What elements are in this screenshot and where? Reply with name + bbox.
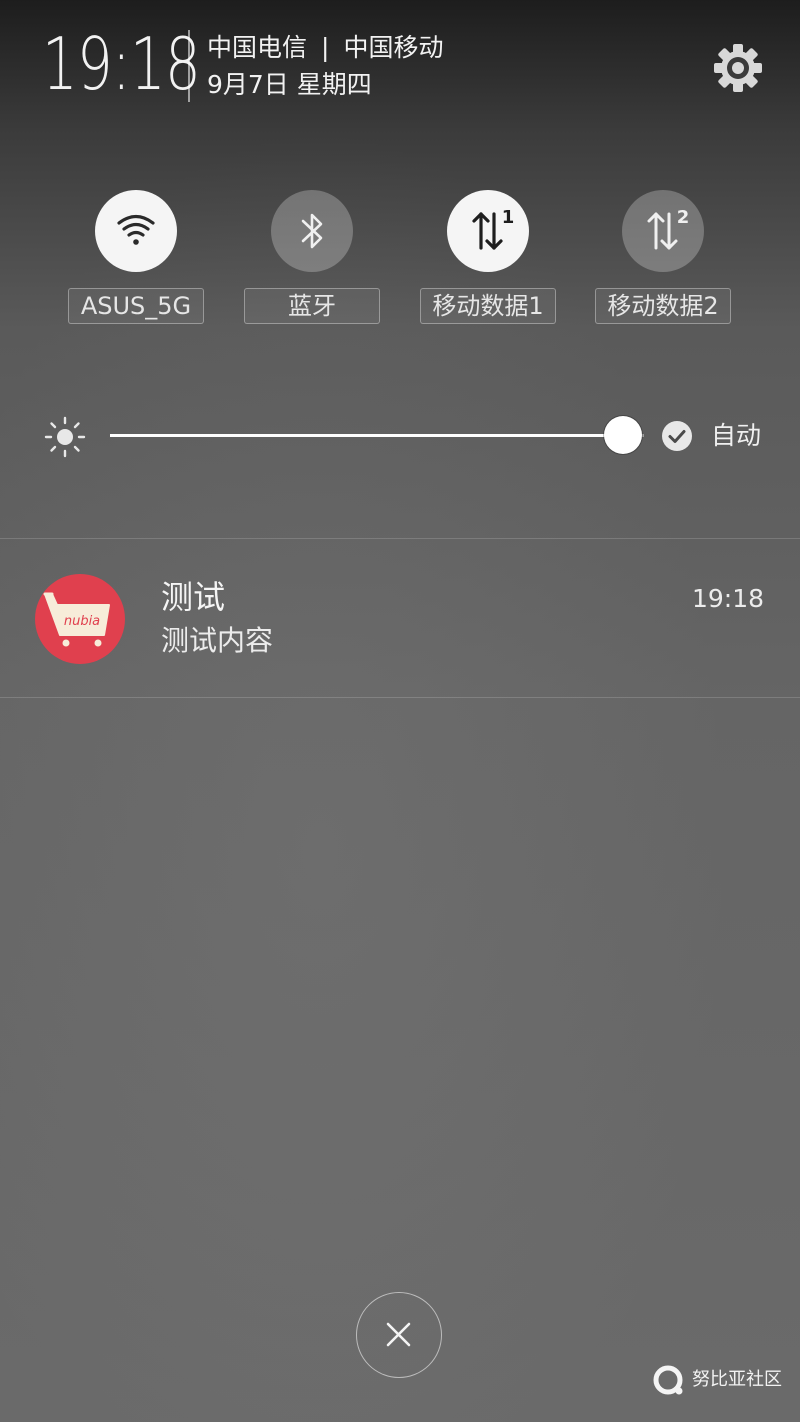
gear-icon [714,44,762,92]
nubia-shop-icon: nubia [35,574,125,664]
toggle-bluetooth[interactable]: 蓝牙 [244,190,380,326]
toggle-mobile-data-1[interactable]: 1 移动数据1 [420,190,556,326]
toggle-mobile-data-2-button[interactable]: 2 [622,190,704,272]
svg-text:1: 1 [502,207,515,228]
mobile-data-1-icon: 1 [472,207,515,250]
notification-time: 19:18 [691,584,764,613]
mobile-data-2-icon: 2 [647,207,690,250]
toggle-wifi-label: ASUS_5G [68,288,204,324]
bluetooth-icon [301,213,323,249]
auto-brightness-checkbox[interactable] [661,420,693,452]
toggle-mobile-data-1-label: 移动数据1 [420,288,556,324]
date: 9月7日 星期四 [207,70,372,99]
toggle-wifi[interactable]: ASUS_5G [68,190,204,326]
carrier-names: 中国电信 | 中国移动 [207,33,443,63]
header-divider [188,30,190,102]
toggle-bluetooth-button[interactable] [271,190,353,272]
carrier-2: 中国移动 [343,33,444,62]
carrier-1: 中国电信 [207,33,308,62]
clock: 19:18 [42,22,201,106]
auto-brightness-label: 自动 [711,421,762,450]
settings-button[interactable] [710,40,766,96]
toggle-mobile-data-2[interactable]: 2 移动数据2 [595,190,731,326]
toggle-mobile-data-1-button[interactable]: 1 [447,190,529,272]
svg-text:2: 2 [677,207,690,228]
notification-body: 测试内容 [161,624,274,657]
app-icon-text: nubia [64,614,100,629]
notification-shade: 19:18 中国电信 | 中国移动 9月7日 星期四 ASUS_5G 蓝牙 1 … [0,0,800,1422]
brightness-thumb[interactable] [604,416,642,454]
toggle-bluetooth-label: 蓝牙 [244,288,380,324]
brightness-icon [44,416,86,458]
notification-item[interactable]: nubia 测试 测试内容 19:18 [0,539,800,697]
divider-bottom [0,697,800,698]
wifi-icon [117,214,155,245]
carrier-separator: | [321,33,330,62]
notification-title: 测试 [161,578,226,616]
nubia-logo-icon [653,1365,683,1395]
watermark-text: 努比亚社区 [692,1369,782,1390]
toggle-wifi-button[interactable] [95,190,177,272]
clear-all-button[interactable] [356,1292,442,1378]
brightness-fill [110,434,623,437]
close-icon [386,1322,411,1347]
brightness-slider[interactable] [110,414,644,458]
toggle-mobile-data-2-label: 移动数据2 [595,288,731,324]
